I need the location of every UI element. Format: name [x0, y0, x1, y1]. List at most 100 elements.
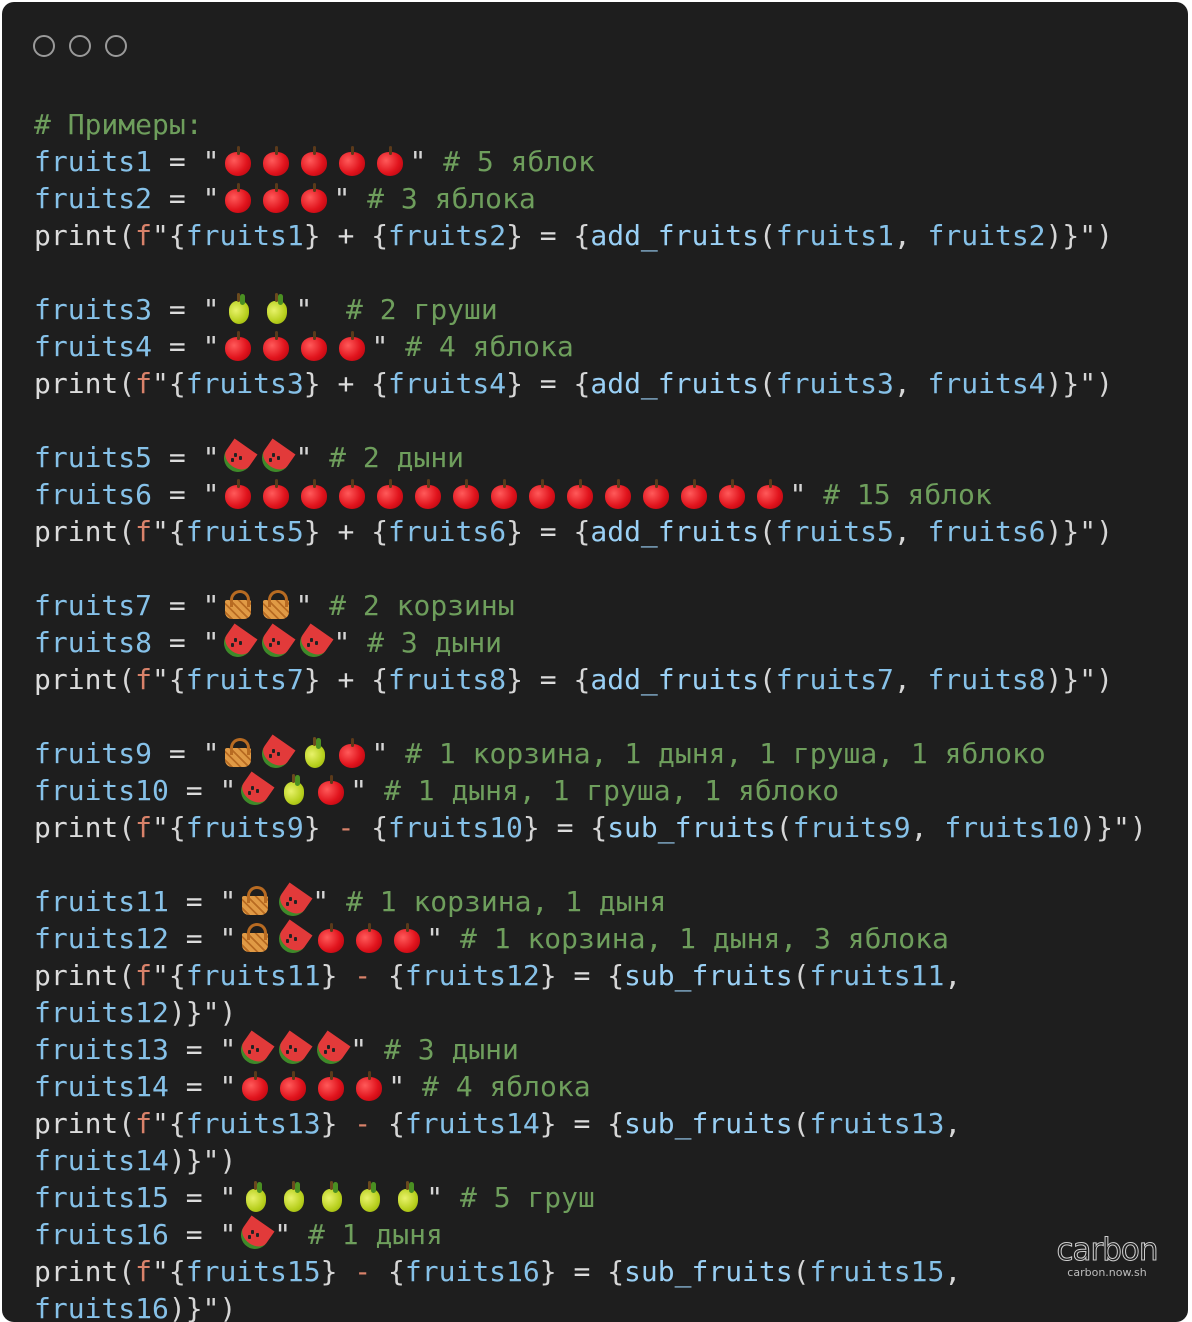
carbon-url: carbon.now.sh — [1067, 1266, 1147, 1279]
code-token: , — [893, 663, 928, 696]
code-token: ) — [1096, 219, 1113, 252]
code-token: # Примеры: — [34, 108, 203, 141]
watermelon-icon — [276, 921, 310, 955]
code-token: # 2 корзины — [312, 589, 515, 622]
code-token: = — [152, 478, 203, 511]
code-token: = — [522, 663, 574, 696]
code-token: f — [135, 219, 153, 252]
code-token: " — [1079, 367, 1097, 400]
code-token: } — [303, 811, 321, 844]
apple-icon — [297, 181, 331, 215]
code-token: # 1 дыня, 1 груша, 1 яблоко — [367, 774, 840, 807]
apple-icon — [373, 144, 407, 178]
code-token: " — [371, 737, 389, 770]
pear-icon — [297, 736, 331, 770]
code-token: , — [893, 515, 928, 548]
code-token: fruits5 — [34, 441, 153, 474]
code-token: fruits13 — [185, 1107, 321, 1140]
code-token: fruits14 — [34, 1070, 169, 1103]
code-token: " — [152, 1107, 169, 1140]
code-token: ) — [1129, 811, 1147, 844]
watermelon-icon — [259, 625, 293, 659]
code-token: f — [135, 811, 153, 844]
maximize-window-icon[interactable] — [105, 35, 127, 57]
code-token: " — [219, 774, 237, 807]
minimize-window-icon[interactable] — [69, 35, 91, 57]
code-token: # 5 груш — [443, 1181, 595, 1214]
code-token: # 1 корзина, 1 дыня, 3 яблока — [443, 922, 949, 955]
apple-icon — [373, 477, 407, 511]
code-token: fruits9 — [185, 811, 304, 844]
code-token: fruits16 — [34, 1292, 169, 1322]
code-token: " — [202, 626, 220, 659]
apple-icon — [314, 921, 348, 955]
code-token: # 3 дыни — [350, 626, 503, 659]
code-token: ( — [118, 959, 136, 992]
code-token: fruits7 — [185, 663, 304, 696]
code-token: , — [944, 1107, 962, 1140]
code-line: fruits14)}") — [34, 1142, 1188, 1179]
watermelon-icon — [314, 1032, 348, 1066]
code-line: fruits5 = " " # 2 дыни — [34, 439, 1188, 476]
code-token: { — [573, 663, 591, 696]
code-token: )} — [1045, 663, 1080, 696]
code-token: = — [152, 145, 203, 178]
basket-icon — [238, 884, 272, 918]
code-token: " — [219, 1070, 237, 1103]
apple-icon — [259, 477, 293, 511]
code-token: = — [168, 1181, 220, 1214]
code-token: ( — [118, 1255, 136, 1288]
apple-icon — [715, 477, 749, 511]
code-token: ( — [118, 811, 136, 844]
code-token: add_fruits — [590, 367, 759, 400]
code-token: # 15 яблок — [806, 478, 992, 511]
code-token: { — [388, 1107, 405, 1140]
code-token: ) — [1096, 367, 1113, 400]
code-token: print — [34, 219, 119, 252]
code-token: # 3 яблока — [350, 182, 536, 215]
code-token: } — [539, 1107, 557, 1140]
code-token: fruits9 — [792, 811, 911, 844]
code-token: print — [34, 811, 119, 844]
code-token: # 2 груши — [312, 293, 498, 326]
code-token: ( — [792, 959, 810, 992]
code-token: fruits2 — [388, 219, 507, 252]
apple-icon — [390, 921, 424, 955]
code-token: fruits4 — [34, 330, 153, 363]
code-token: fruits10 — [34, 774, 169, 807]
code-token: print — [34, 959, 119, 992]
watermelon-icon — [221, 625, 255, 659]
code-token: ( — [758, 367, 776, 400]
code-token: = — [152, 182, 203, 215]
code-token: { — [168, 1255, 186, 1288]
code-token: + — [320, 515, 372, 548]
code-token: " — [333, 182, 351, 215]
code-editor[interactable]: # Примеры: fruits1 = " " # 5 яблок fruits2 … — [34, 106, 1188, 1322]
code-line: fruits8 = " " # 3 дыни — [34, 624, 1188, 661]
code-token: " — [350, 774, 368, 807]
watermelon-icon — [297, 625, 331, 659]
code-token: " — [388, 1070, 406, 1103]
code-token: } — [506, 219, 523, 252]
code-token: " — [202, 293, 220, 326]
code-line: fruits16)}") — [34, 1290, 1188, 1322]
code-token: fruits7 — [34, 589, 153, 622]
code-token: ( — [118, 219, 136, 252]
code-token: fruits3 — [34, 293, 153, 326]
apple-icon — [314, 1069, 348, 1103]
code-token: = — [522, 515, 574, 548]
code-token: # 2 дыни — [312, 441, 465, 474]
code-token: = — [168, 1033, 220, 1066]
code-token: # 1 дыня — [291, 1218, 443, 1251]
code-line: fruits10 = " " # 1 дыня, 1 груша, 1 яблок… — [34, 772, 1188, 809]
code-token: , — [893, 367, 928, 400]
code-token: " — [219, 1033, 237, 1066]
code-token: " — [152, 219, 169, 252]
code-line: fruits1 = " " # 5 яблок — [34, 143, 1188, 180]
code-token: ) — [219, 1292, 237, 1322]
code-token: add_fruits — [590, 219, 759, 252]
code-token: )} — [168, 1144, 203, 1177]
close-window-icon[interactable] — [33, 35, 55, 57]
code-token: # 1 корзина, 1 дыня — [329, 885, 667, 918]
code-token: " — [219, 885, 237, 918]
